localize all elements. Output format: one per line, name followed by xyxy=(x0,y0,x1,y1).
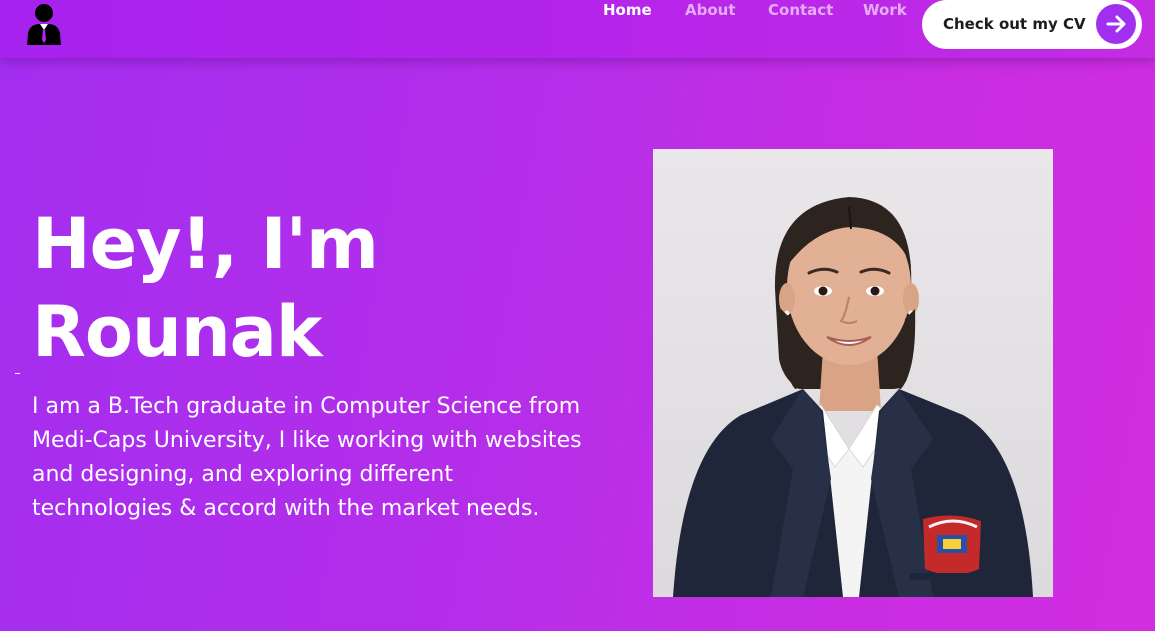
cv-button-label: Check out my CV xyxy=(943,15,1086,33)
nav-link-about[interactable]: About xyxy=(685,1,736,19)
arrow-right-icon xyxy=(1096,4,1136,44)
profile-photo xyxy=(653,149,1053,597)
nav-link-work[interactable]: Work xyxy=(863,1,907,19)
navbar: Home About Contact Work Check out my CV xyxy=(0,0,1155,58)
hero-title-line-1: Hey!, I'm xyxy=(32,203,379,285)
hero-title: Hey!, I'm Rounak xyxy=(32,200,492,376)
person-in-suit-icon[interactable] xyxy=(25,3,63,45)
check-out-cv-button[interactable]: Check out my CV xyxy=(922,0,1142,49)
hero-title-line-2: Rounak xyxy=(32,291,322,373)
divider-mark xyxy=(15,373,20,374)
hero-description: I am a B.Tech graduate in Computer Scien… xyxy=(32,394,582,521)
nav-link-contact[interactable]: Contact xyxy=(768,1,833,19)
nav-link-home[interactable]: Home xyxy=(603,1,652,19)
